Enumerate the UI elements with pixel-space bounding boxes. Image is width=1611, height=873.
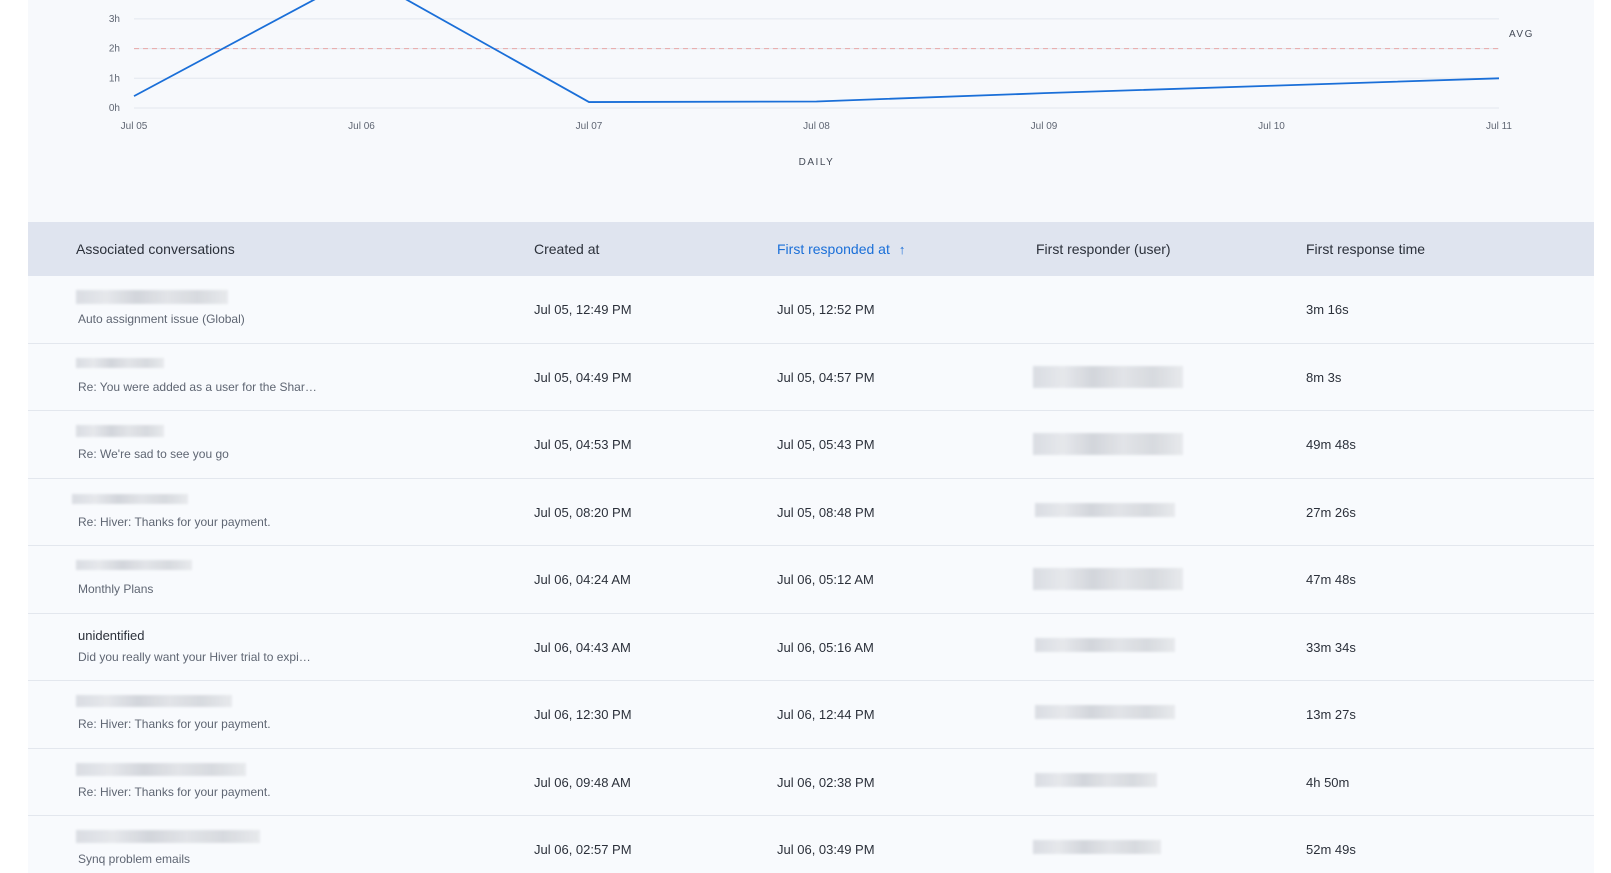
- redacted-contact-name: [76, 290, 228, 304]
- x-axis-title: DAILY: [799, 157, 835, 168]
- first-responded-at-cell: Jul 05, 08:48 PM: [777, 504, 875, 520]
- redacted-responder-name: [1033, 568, 1183, 590]
- conversation-cell[interactable]: Synq problem emails: [78, 816, 498, 873]
- column-header-conversations[interactable]: Associated conversations: [76, 222, 235, 276]
- first-response-time-cell: 13m 27s: [1306, 707, 1356, 722]
- first-response-time-cell: 27m 26s: [1306, 504, 1356, 520]
- first-response-time-cell: 33m 34s: [1306, 639, 1356, 655]
- redacted-contact-name: [76, 830, 260, 843]
- x-tick-label: Jul 07: [576, 121, 603, 132]
- column-header-first-responded-at[interactable]: First responded at ↑: [777, 222, 905, 276]
- conversation-cell[interactable]: Re: We're sad to see you go: [78, 411, 498, 478]
- y-tick-label: 1h: [109, 73, 120, 84]
- created-at-cell: Jul 06, 04:43 AM: [534, 639, 631, 655]
- table-row[interactable]: unidentified Did you really want your Hi…: [28, 613, 1594, 681]
- created-at-cell: Jul 05, 12:49 PM: [534, 302, 632, 317]
- first-responded-at-cell: Jul 06, 05:12 AM: [777, 572, 874, 587]
- conversation-cell[interactable]: Re: Hiver: Thanks for your payment.: [78, 749, 498, 816]
- redacted-responder-name: [1033, 840, 1161, 854]
- line-chart: 0h 1h 2h 3h AVG Jul 05 Jul 06 Jul 07 Jul 08 Jul 0…: [109, 0, 1534, 168]
- created-at-cell: Jul 05, 04:53 PM: [534, 437, 632, 452]
- table-header: Associated conversations Created at Firs…: [28, 222, 1594, 276]
- created-at-cell: Jul 06, 12:30 PM: [534, 707, 632, 722]
- table-row[interactable]: Synq problem emails Jul 06, 02:57 PM Jul…: [28, 816, 1594, 873]
- created-at-cell: Jul 06, 04:24 AM: [534, 572, 631, 587]
- average-label: AVG: [1509, 29, 1534, 40]
- redacted-responder-name: [1033, 365, 1183, 388]
- redacted-contact-name: [76, 357, 164, 368]
- x-tick-label: Jul 11: [1486, 121, 1512, 132]
- x-tick-label: Jul 09: [1031, 121, 1058, 132]
- y-tick-label: 2h: [109, 44, 120, 55]
- first-response-time-cell: 8m 3s: [1306, 369, 1342, 385]
- table-row[interactable]: Auto assignment issue (Global) Jul 05, 1…: [28, 276, 1594, 344]
- x-tick-label: Jul 10: [1258, 121, 1285, 132]
- conversation-subject: Auto assignment issue (Global): [78, 312, 245, 326]
- table-row[interactable]: Re: Hiver: Thanks for your payment. Jul …: [28, 478, 1594, 546]
- conversation-subject: Re: Hiver: Thanks for your payment.: [78, 717, 271, 731]
- conversation-subject: Re: You were added as a user for the Sha…: [78, 379, 317, 394]
- first-responded-at-cell: Jul 06, 05:16 AM: [777, 639, 874, 655]
- redacted-responder-name: [1035, 637, 1175, 652]
- x-tick-label: Jul 06: [348, 121, 375, 132]
- first-responded-at-cell: Jul 05, 05:43 PM: [777, 437, 875, 452]
- series-line: [133, 0, 1500, 103]
- conversation-cell[interactable]: Re: You were added as a user for the Sha…: [78, 344, 498, 411]
- redacted-responder-name: [1033, 433, 1183, 455]
- y-tick-label: 3h: [109, 14, 120, 25]
- table-row[interactable]: Re: Hiver: Thanks for your payment. Jul …: [28, 681, 1594, 749]
- conversation-subject: Monthly Plans: [78, 582, 154, 596]
- table-row[interactable]: Re: Hiver: Thanks for your payment. Jul …: [28, 748, 1594, 816]
- first-response-time-cell: 3m 16s: [1306, 302, 1349, 317]
- created-at-cell: Jul 05, 08:20 PM: [534, 504, 632, 520]
- x-tick-label: Jul 05: [121, 121, 148, 132]
- conversations-table: Associated conversations Created at Firs…: [28, 222, 1594, 873]
- created-at-cell: Jul 05, 04:49 PM: [534, 369, 632, 385]
- table-row[interactable]: Monthly Plans Jul 06, 04:24 AM Jul 06, 0…: [28, 546, 1594, 614]
- conversation-title: unidentified: [78, 627, 145, 643]
- column-header-first-responder[interactable]: First responder (user): [1036, 222, 1171, 276]
- conversation-subject: Did you really want your Hiver trial to …: [78, 649, 311, 664]
- column-header-first-response-time[interactable]: First response time: [1306, 222, 1425, 276]
- first-responded-at-cell: Jul 06, 12:44 PM: [777, 707, 875, 722]
- first-responded-at-cell: Jul 06, 02:38 PM: [777, 774, 875, 790]
- first-response-time-cell: 47m 48s: [1306, 572, 1356, 587]
- redacted-responder-name: [1035, 772, 1157, 787]
- conversation-cell[interactable]: Re: Hiver: Thanks for your payment.: [78, 479, 498, 546]
- conversation-cell[interactable]: Monthly Plans: [78, 546, 498, 613]
- conversation-subject: Re: Hiver: Thanks for your payment.: [78, 784, 271, 799]
- first-responded-at-cell: Jul 05, 12:52 PM: [777, 302, 875, 317]
- created-at-cell: Jul 06, 02:57 PM: [534, 842, 632, 857]
- created-at-cell: Jul 06, 09:48 AM: [534, 774, 631, 790]
- conversation-cell[interactable]: unidentified Did you really want your Hi…: [78, 614, 498, 681]
- first-response-time-cell: 49m 48s: [1306, 437, 1356, 452]
- table-body: Auto assignment issue (Global) Jul 05, 1…: [28, 276, 1594, 873]
- redacted-contact-name: [72, 493, 188, 504]
- redacted-contact-name: [76, 560, 192, 570]
- redacted-responder-name: [1035, 705, 1175, 719]
- first-response-time-cell: 4h 50m: [1306, 774, 1350, 790]
- conversation-subject: Re: We're sad to see you go: [78, 447, 229, 461]
- table-row[interactable]: Re: You were added as a user for the Sha…: [28, 343, 1594, 411]
- column-header-created-at[interactable]: Created at: [534, 222, 599, 276]
- conversation-cell[interactable]: Re: Hiver: Thanks for your payment.: [78, 681, 498, 748]
- redacted-contact-name: [76, 695, 232, 707]
- conversation-subject: Synq problem emails: [78, 852, 191, 866]
- redacted-responder-name: [1035, 502, 1175, 517]
- response-time-chart: 0h 1h 2h 3h AVG Jul 05 Jul 06 Jul 07 Jul 08 Jul 0…: [28, 0, 1594, 222]
- conversation-subject: Re: Hiver: Thanks for your payment.: [78, 514, 271, 529]
- report-panel: 0h 1h 2h 3h AVG Jul 05 Jul 06 Jul 07 Jul 08 Jul 0…: [28, 0, 1594, 873]
- x-tick-label: Jul 08: [803, 121, 830, 132]
- first-response-time-cell: 52m 49s: [1306, 842, 1356, 857]
- y-tick-label: 0h: [109, 103, 120, 114]
- conversation-cell[interactable]: Auto assignment issue (Global): [78, 276, 498, 343]
- table-row[interactable]: Re: We're sad to see you go Jul 05, 04:5…: [28, 411, 1594, 479]
- first-responded-at-cell: Jul 06, 03:49 PM: [777, 842, 875, 857]
- redacted-contact-name: [76, 762, 246, 776]
- arrow-up-icon: ↑: [898, 242, 906, 257]
- redacted-contact-name: [76, 425, 164, 437]
- first-responded-at-cell: Jul 05, 04:57 PM: [777, 369, 875, 385]
